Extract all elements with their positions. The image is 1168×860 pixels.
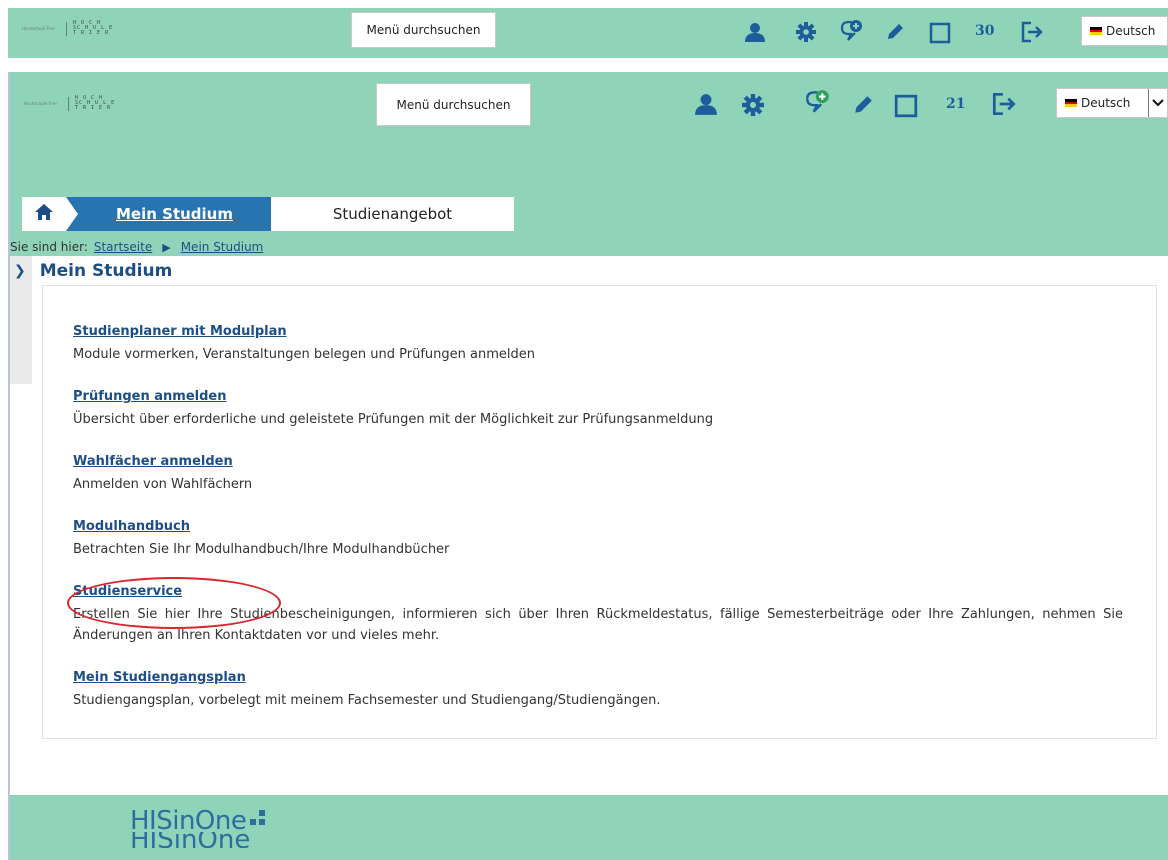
- logo[interactable]: Hochschule Trier H O C H SC H U L E T R …: [22, 21, 113, 36]
- list-item: Studienplaner mit Modulplan Module vorme…: [73, 324, 535, 365]
- logo-wordmark: H O C H SC H U L E T R I E R: [75, 95, 116, 111]
- pencil-icon[interactable]: [852, 94, 874, 116]
- breadcrumb: Sie sind hier: Startseite ▶ Mein Studium: [10, 240, 263, 254]
- logo-small-text: Hochschule Trier: [24, 100, 58, 106]
- list-item: Modulhandbuch Betrachten Sie Ihr Modulha…: [73, 519, 449, 560]
- chevron-down-icon[interactable]: [1148, 89, 1167, 117]
- language-label: Deutsch: [1106, 24, 1156, 38]
- window-icon[interactable]: [893, 93, 919, 119]
- item-description: Übersicht über erforderliche und geleist…: [73, 412, 714, 427]
- menu-search-label: Menü durchsuchen: [396, 97, 511, 112]
- language-select[interactable]: Deutsch: [1081, 16, 1168, 46]
- logout-icon[interactable]: [990, 90, 1018, 118]
- notification-count[interactable]: 21: [946, 96, 965, 112]
- menu-search-label: Menü durchsuchen: [366, 23, 481, 37]
- list-item: Mein Studiengangsplan Studiengangsplan, …: [73, 670, 660, 711]
- user-icon[interactable]: [694, 92, 718, 116]
- item-description: Module vormerken, Veranstaltungen belege…: [73, 347, 536, 362]
- breadcrumb-mein-studium[interactable]: Mein Studium: [181, 240, 264, 254]
- link-studienplaner[interactable]: Studienplaner mit Modulplan: [73, 324, 535, 339]
- home-button[interactable]: [22, 197, 78, 231]
- tab-mein-studium[interactable]: Mein Studium: [66, 197, 271, 231]
- list-item: Wahlfächer anmelden Anmelden von Wahlfäc…: [73, 454, 252, 495]
- page-title: ❯ Mein Studium: [14, 261, 172, 281]
- window-icon[interactable]: [928, 21, 952, 45]
- breadcrumb-prefix: Sie sind hier:: [10, 240, 88, 254]
- link-pruefungen-anmelden[interactable]: Prüfungen anmelden: [73, 389, 713, 404]
- item-description: Betrachten Sie Ihr Modulhandbuch/Ihre Mo…: [73, 542, 450, 557]
- link-mein-studiengangsplan[interactable]: Mein Studiengangsplan: [73, 670, 660, 685]
- german-flag-icon: [1090, 27, 1102, 35]
- pencil-icon[interactable]: [884, 21, 906, 43]
- main-navigation: Mein Studium Studienangebot: [22, 197, 514, 231]
- logo-wordmark: H O C H SC H U L E T R I E R: [73, 20, 114, 36]
- item-description: Anmelden von Wahlfächern: [73, 477, 253, 492]
- hisinone-dots-icon: [250, 810, 266, 825]
- gear-icon[interactable]: [795, 21, 817, 43]
- breadcrumb-startseite[interactable]: Startseite: [94, 240, 152, 254]
- language-label: Deutsch: [1081, 96, 1131, 110]
- breadcrumb-separator-icon: ▶: [162, 240, 171, 254]
- logo-small-text: Hochschule Trier: [22, 25, 56, 31]
- hisinone-logo[interactable]: HISinOne HISinOne: [130, 806, 266, 848]
- page-title-text: Mein Studium: [39, 261, 173, 281]
- menu-search-button[interactable]: Menü durchsuchen: [351, 12, 496, 48]
- menu-search-button[interactable]: Menü durchsuchen: [376, 83, 531, 126]
- notification-count[interactable]: 30: [975, 23, 994, 39]
- gear-icon[interactable]: [741, 93, 765, 117]
- highlight-annotation: [67, 577, 281, 629]
- logo[interactable]: Hochschule Trier H O C H SC H U L E T R …: [24, 96, 115, 111]
- german-flag-icon: [1065, 99, 1077, 107]
- list-item: Prüfungen anmelden Übersicht über erford…: [73, 389, 713, 430]
- logout-icon[interactable]: [1019, 19, 1045, 45]
- link-modulhandbuch[interactable]: Modulhandbuch: [73, 519, 449, 534]
- home-icon: [34, 203, 54, 225]
- tab-studienangebot[interactable]: Studienangebot: [271, 197, 514, 231]
- chevron-right-icon[interactable]: ❯: [14, 263, 26, 279]
- language-select[interactable]: Deutsch: [1056, 88, 1168, 118]
- item-description: Studiengangsplan, vorbelegt mit meinem F…: [73, 693, 661, 708]
- hisinone-brand-duplicate: HISinOne: [130, 832, 251, 848]
- link-wahlfaecher-anmelden[interactable]: Wahlfächer anmelden: [73, 454, 252, 469]
- add-comment-icon[interactable]: [839, 18, 865, 44]
- user-icon[interactable]: [744, 21, 766, 43]
- add-comment-icon[interactable]: [804, 88, 832, 116]
